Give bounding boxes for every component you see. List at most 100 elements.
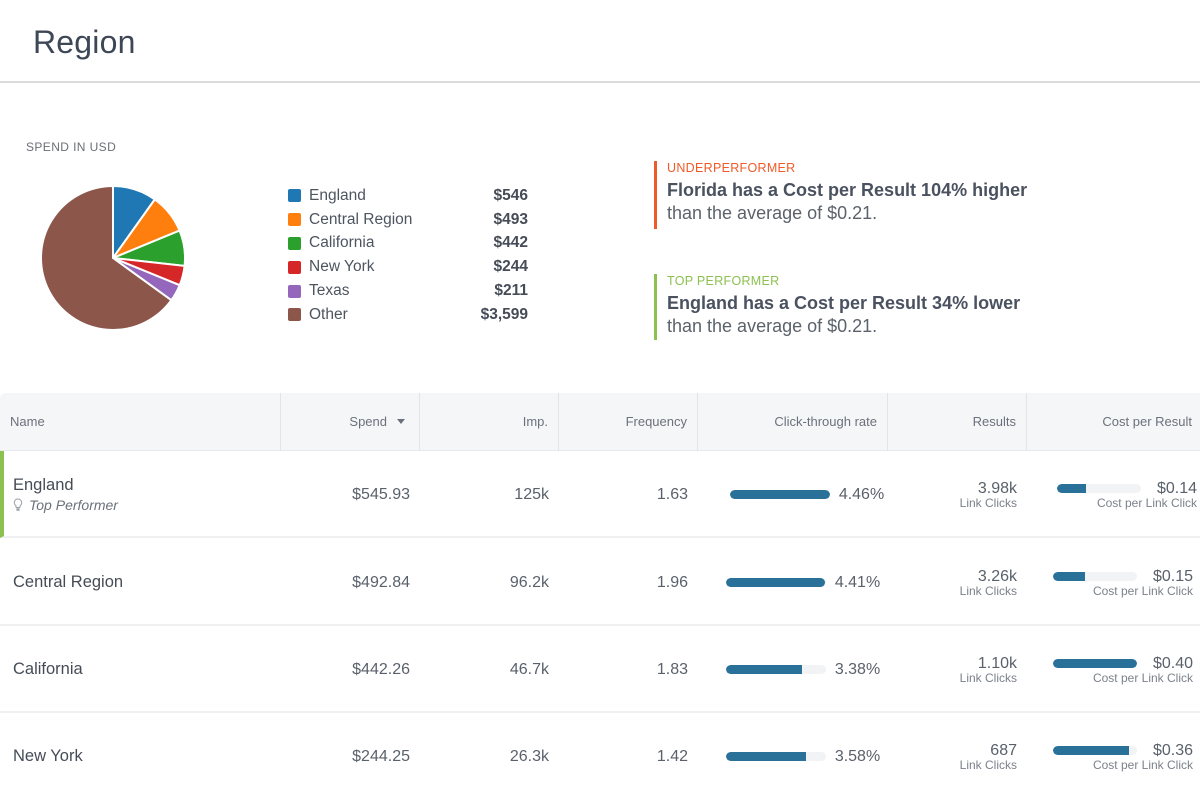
page-title: Region (33, 24, 136, 60)
frequency-cell: 1.63 (656, 485, 688, 503)
ctr-bar-fill (725, 665, 802, 674)
spend-cell: $244.25 (352, 747, 410, 765)
impressions-cell: 125k (514, 485, 549, 503)
column-header-imp[interactable]: Imp. (420, 393, 559, 451)
legend-swatch (288, 189, 301, 203)
ctr-value: 3.58% (834, 747, 881, 765)
impressions-cell: 26.3k (509, 747, 549, 765)
pie-legend: England $546 Central Region $493 Califor… (288, 184, 528, 327)
sort-descending-icon[interactable] (397, 419, 405, 425)
cpr-label: Cost per Link Click (1092, 583, 1193, 598)
ctr-bar (725, 752, 826, 761)
table-row[interactable]: California $442.26 46.7k 1.83 3.38% 1.10… (0, 626, 1200, 713)
results-value: 687 (990, 741, 1017, 759)
column-header-ctr[interactable]: Click-through rate (698, 393, 888, 451)
legend-value: $546 (493, 186, 528, 204)
name-cell: New York (13, 713, 273, 800)
top-performer-headline: England has a Cost per Result 34% lower (667, 293, 1021, 313)
row-name: Central Region (13, 573, 124, 591)
cpr-label: Cost per Link Click (1092, 757, 1193, 772)
column-header-label: Name (10, 414, 45, 429)
results-cell: 1.10k Link Clicks (960, 626, 1017, 713)
legend-value: $244 (493, 258, 528, 276)
row-name: New York (13, 747, 83, 765)
legend-item: England $546 (288, 184, 528, 208)
table-row[interactable]: New York $244.25 26.3k 1.42 3.58% 687 Li… (0, 713, 1200, 800)
results-cell: 687 Link Clicks (960, 713, 1017, 800)
cpr-bar-fill (1053, 571, 1085, 581)
impressions-cell: 46.7k (509, 660, 549, 678)
legend-value: $211 (494, 282, 528, 300)
cost-per-result-cell: $0.40 Cost per Link Click (1053, 626, 1193, 713)
top-performer-badge: Top Performer (13, 497, 273, 513)
results-label: Link Clicks (959, 583, 1017, 598)
page-header: Region (0, 0, 1200, 83)
region-table: Name Spend Imp. Frequency Click-through … (0, 393, 1200, 800)
row-name: California (13, 660, 83, 678)
cost-per-result-cell: $0.36 Cost per Link Click (1053, 713, 1193, 800)
legend-label: England (309, 186, 366, 204)
cpr-value: $0.15 (1152, 567, 1193, 585)
column-header-spend[interactable]: Spend (281, 393, 420, 451)
cpr-bar (1053, 745, 1137, 755)
legend-label: Other (309, 305, 348, 323)
legend-swatch (288, 260, 301, 274)
ctr-cell: 4.46% (727, 451, 887, 538)
column-header-label: Imp. (522, 414, 548, 429)
cpr-bar-fill (1053, 658, 1137, 668)
underperformer-insight: UNDERPERFORMER Florida has a Cost per Re… (654, 161, 1027, 229)
column-header-name[interactable]: Name (0, 393, 281, 451)
legend-label: California (309, 234, 375, 252)
ctr-cell: 3.38% (723, 626, 883, 713)
table-header: Name Spend Imp. Frequency Click-through … (0, 393, 1200, 451)
cost-per-result-cell: $0.15 Cost per Link Click (1053, 539, 1193, 626)
ctr-cell: 4.41% (723, 539, 883, 626)
legend-item: New York $244 (288, 255, 528, 279)
ctr-cell: 3.58% (723, 713, 883, 800)
legend-label: New York (309, 258, 375, 276)
row-name: England (13, 476, 74, 494)
legend-item: Texas $211 (288, 279, 528, 303)
results-label: Link Clicks (959, 757, 1017, 772)
impressions-cell: 96.2k (509, 573, 549, 591)
underperformer-subtext: than the average of $0.21. (667, 203, 878, 223)
legend-swatch (288, 213, 301, 227)
ctr-bar-fill (729, 490, 830, 499)
underperformer-headline: Florida has a Cost per Result 104% highe… (667, 180, 1028, 200)
results-value: 3.98k (977, 479, 1017, 497)
table-row[interactable]: Central Region $492.84 96.2k 1.96 4.41% … (0, 539, 1200, 626)
cpr-label: Cost per Link Click (1092, 670, 1193, 685)
legend-label: Central Region (309, 210, 413, 228)
cpr-value: $0.40 (1152, 654, 1193, 672)
table-row[interactable]: England Top Performer $545.93 125k 1.63 … (0, 451, 1200, 538)
ctr-bar-fill (725, 578, 825, 587)
cpr-bar (1057, 483, 1141, 493)
column-header-label: Spend (349, 414, 387, 429)
legend-value: $493 (493, 210, 528, 228)
results-label: Link Clicks (959, 495, 1017, 510)
cpr-label: Cost per Link Click (1096, 495, 1197, 510)
legend-value: $442 (493, 234, 528, 252)
name-cell: California (13, 626, 273, 713)
ctr-bar (725, 578, 826, 587)
column-header-frequency[interactable]: Frequency (559, 393, 698, 451)
legend-value: $3,599 (480, 305, 528, 323)
column-header-label: Results (972, 414, 1016, 429)
cpr-value: $0.36 (1152, 741, 1193, 759)
frequency-cell: 1.83 (656, 660, 688, 678)
ctr-value: 4.46% (838, 485, 885, 503)
name-cell: England Top Performer (13, 451, 273, 538)
column-header-cost-per-result[interactable]: Cost per Result (1027, 393, 1200, 451)
column-header-results[interactable]: Results (888, 393, 1027, 451)
spend-chart-label: SPEND IN USD (26, 140, 117, 154)
legend-swatch (288, 308, 301, 322)
cpr-bar (1053, 658, 1137, 668)
legend-item: Other $3,599 (288, 303, 528, 327)
frequency-cell: 1.96 (656, 573, 688, 591)
column-header-label: Frequency (625, 414, 687, 429)
top-performer-subtext: than the average of $0.21. (667, 316, 878, 336)
top-performer-accent-bar (654, 274, 657, 340)
results-value: 3.26k (977, 567, 1017, 585)
top-performer-insight: TOP PERFORMER England has a Cost per Res… (654, 274, 1020, 340)
ctr-bar (725, 665, 826, 674)
